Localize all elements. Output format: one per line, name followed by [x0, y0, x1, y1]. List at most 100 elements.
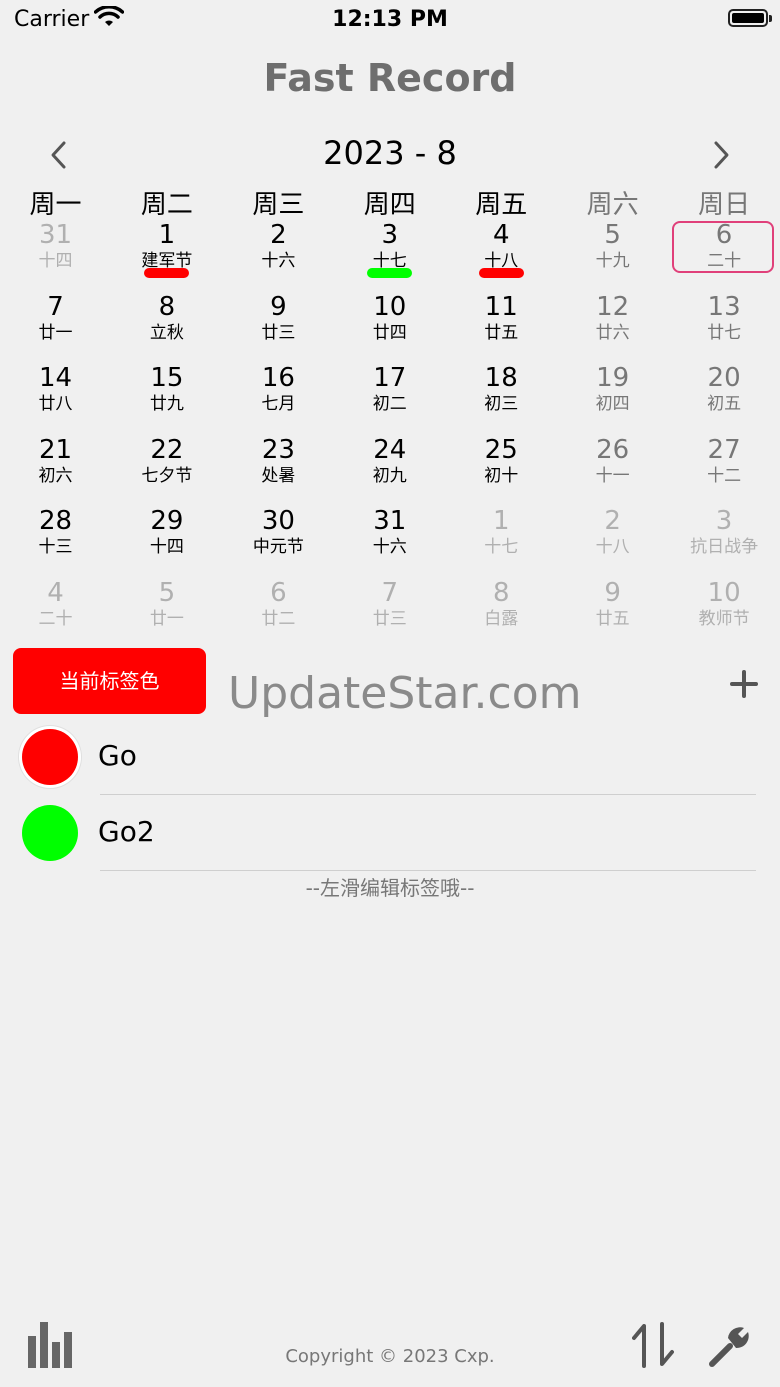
calendar-day[interactable]: 28 十三	[0, 502, 111, 572]
day-tag-marker	[478, 268, 524, 278]
lunar-date: 七月	[261, 394, 296, 415]
day-number: 14	[38, 363, 73, 394]
day-number: 7	[381, 578, 399, 608]
calendar-day[interactable]: 6 廿二	[223, 574, 334, 644]
calendar-day[interactable]: 2 十六	[223, 216, 334, 286]
day-number: 10	[707, 578, 741, 608]
calendar-day[interactable]: 19 初四	[557, 359, 668, 429]
calendar-day[interactable]: 18 初三	[446, 359, 557, 429]
lunar-date: 十九	[595, 251, 630, 271]
day-tag-marker	[367, 268, 413, 278]
lunar-date: 抗日战争	[690, 537, 759, 558]
calendar-day[interactable]: 1 建军节	[111, 216, 222, 286]
day-number: 5	[158, 578, 176, 608]
wrench-icon[interactable]	[706, 1324, 750, 1368]
calendar-day[interactable]: 13 廿七	[669, 288, 780, 358]
calendar-day[interactable]: 4 二十	[0, 574, 111, 644]
lunar-date: 初四	[595, 394, 630, 415]
tag-row[interactable]: Go	[0, 719, 780, 795]
day-number: 21	[38, 434, 73, 465]
calendar-day[interactable]: 10 廿四	[334, 288, 445, 358]
lunar-date: 十八	[595, 537, 630, 558]
calendar-day[interactable]: 8 白露	[446, 574, 557, 644]
lunar-date: 廿七	[707, 322, 742, 343]
tag-color-dot	[22, 729, 78, 785]
battery-icon	[728, 9, 772, 27]
calendar-day[interactable]: 25 初十	[446, 431, 557, 501]
calendar-day[interactable]: 23 处暑	[223, 431, 334, 501]
calendar-day[interactable]: 12 廿六	[557, 288, 668, 358]
calendar-day[interactable]: 1 十七	[446, 502, 557, 572]
calendar-day[interactable]: 11 廿五	[446, 288, 557, 358]
calendar-day[interactable]: 30 中元节	[223, 502, 334, 572]
day-number: 20	[707, 363, 741, 394]
calendar-day[interactable]: 7 廿一	[0, 288, 111, 358]
calendar-day[interactable]: 14 廿八	[0, 359, 111, 429]
day-number: 1	[492, 506, 510, 537]
page-title: Fast Record	[263, 56, 517, 100]
day-number: 3	[381, 220, 399, 250]
calendar-day[interactable]: 22 七夕节	[111, 431, 222, 501]
lunar-date: 立秋	[149, 322, 184, 343]
day-number: 7	[47, 291, 64, 322]
day-number: 9	[270, 291, 287, 322]
calendar-day[interactable]: 17 初二	[334, 359, 445, 429]
day-number: 8	[158, 291, 176, 322]
day-number: 24	[373, 434, 407, 465]
calendar-day[interactable]: 15 廿九	[111, 359, 222, 429]
day-number: 8	[492, 578, 510, 608]
current-tag-color-button[interactable]: 当前标签色	[13, 648, 206, 714]
tag-name: Go	[98, 739, 137, 772]
calendar-day[interactable]: 4 十八	[446, 216, 557, 286]
day-number: 11	[484, 291, 518, 322]
lunar-date: 廿五	[595, 609, 630, 629]
calendar-day[interactable]: 3 十七	[334, 216, 445, 286]
lunar-date: 十一	[595, 465, 630, 486]
day-tag-marker	[144, 268, 190, 278]
calendar-day[interactable]: 7 廿三	[334, 574, 445, 644]
calendar-day[interactable]: 9 廿三	[223, 288, 334, 358]
lunar-date: 初五	[707, 394, 742, 415]
calendar-day[interactable]: 21 初六	[0, 431, 111, 501]
calendar-day[interactable]: 31 十六	[334, 502, 445, 572]
day-number: 15	[150, 363, 184, 394]
calendar-day[interactable]: 29 十四	[111, 502, 222, 572]
day-number: 18	[484, 363, 518, 394]
calendar-day[interactable]: 24 初九	[334, 431, 445, 501]
lunar-date: 初三	[484, 394, 519, 415]
lunar-date: 廿三	[261, 322, 296, 343]
lunar-date: 初二	[372, 394, 407, 415]
lunar-date: 二十	[38, 609, 73, 629]
lunar-date: 十六	[372, 537, 407, 558]
day-number: 29	[150, 506, 184, 537]
day-number: 4	[47, 578, 64, 608]
lunar-date: 廿三	[372, 609, 407, 629]
day-number: 3	[715, 506, 733, 537]
today-highlight	[672, 221, 774, 273]
calendar-day[interactable]: 2 十八	[557, 502, 668, 572]
calendar-day[interactable]: 10 教师节	[669, 574, 780, 644]
chevron-right-icon[interactable]	[700, 135, 740, 175]
calendar-day[interactable]: 31 十四	[0, 216, 111, 286]
calendar-day[interactable]: 20 初五	[669, 359, 780, 429]
calendar-day[interactable]: 8 立秋	[111, 288, 222, 358]
calendar-day[interactable]: 16 七月	[223, 359, 334, 429]
day-number: 2	[604, 506, 621, 537]
tag-row[interactable]: Go2	[0, 795, 780, 871]
lunar-date: 十六	[261, 251, 296, 271]
day-number: 31	[38, 220, 73, 250]
lunar-date: 处暑	[261, 465, 296, 486]
calendar-day[interactable]: 27 十二	[669, 431, 780, 501]
day-number: 23	[261, 434, 295, 465]
sort-arrows-icon[interactable]	[632, 1322, 674, 1368]
plus-icon[interactable]	[728, 668, 760, 700]
clock: 12:13 PM	[332, 7, 448, 32]
calendar-day[interactable]: 5 廿一	[111, 574, 222, 644]
calendar-day[interactable]: 5 十九	[557, 216, 668, 286]
day-number: 6	[270, 578, 287, 608]
calendar-day[interactable]: 9 廿五	[557, 574, 668, 644]
lunar-date: 初九	[372, 465, 407, 486]
lunar-date: 初六	[38, 465, 73, 486]
calendar-day[interactable]: 3 抗日战争	[669, 502, 780, 572]
calendar-day[interactable]: 26 十一	[557, 431, 668, 501]
